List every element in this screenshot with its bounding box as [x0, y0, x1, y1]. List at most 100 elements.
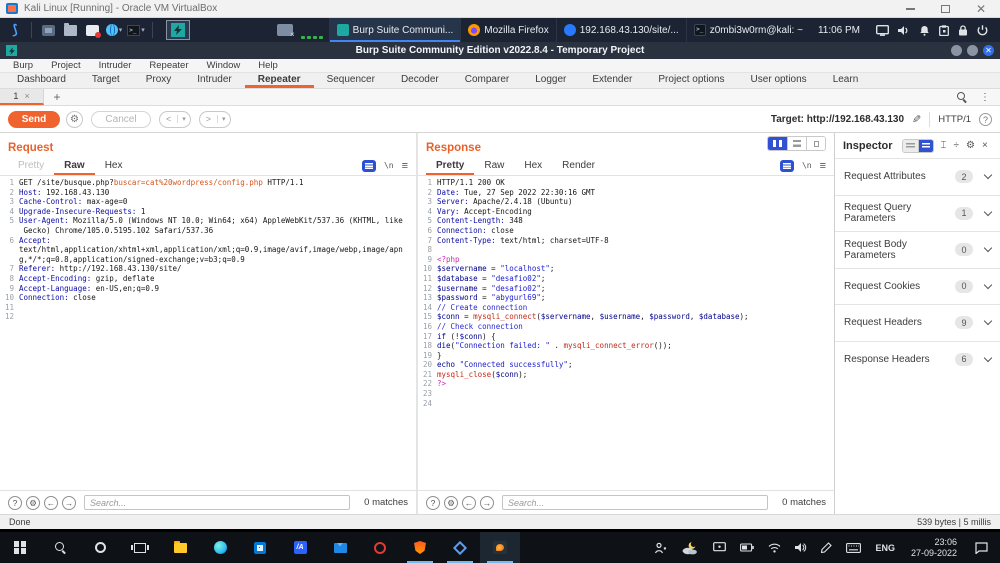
terminal-icon[interactable]: >_▾ — [127, 21, 145, 39]
response-search-input[interactable] — [502, 495, 768, 510]
file-manager-icon[interactable] — [61, 21, 79, 39]
split-view-icon[interactable]: ÷ — [954, 141, 960, 151]
burp-launcher-icon[interactable] — [166, 20, 190, 40]
inspector-section-response-headers[interactable]: Response Headers6 — [835, 341, 1000, 378]
response-editor[interactable]: 1HTTP/1.1 200 OK2Date: Tue, 27 Sep 2022 … — [418, 176, 834, 490]
tab-decoder[interactable]: Decoder — [388, 73, 452, 88]
tab-learn[interactable]: Learn — [820, 73, 872, 88]
edge-icon[interactable] — [200, 532, 240, 563]
text-editor-icon[interactable] — [83, 21, 101, 39]
tab-project-options[interactable]: Project options — [645, 73, 737, 88]
tab-extender[interactable]: Extender — [579, 73, 645, 88]
ma-app-icon[interactable]: /A — [280, 532, 320, 563]
inspector-panel-view-icon[interactable] — [918, 140, 933, 152]
layout-single-icon[interactable] — [806, 137, 825, 150]
mail-icon[interactable] — [320, 532, 360, 563]
people-icon[interactable] — [647, 532, 674, 563]
volume-icon[interactable] — [898, 25, 910, 36]
chevron-down-icon[interactable] — [984, 244, 992, 252]
action-center-icon[interactable] — [966, 532, 1000, 563]
tab-hex[interactable]: Hex — [95, 156, 133, 175]
cast-icon[interactable] — [706, 532, 733, 563]
tab-hex[interactable]: Hex — [514, 156, 552, 175]
next-match-icon[interactable]: → — [480, 496, 494, 510]
kali-clock[interactable]: 11:06 PM — [810, 25, 868, 36]
chevron-down-icon[interactable] — [984, 171, 992, 179]
notification-bell-icon[interactable] — [919, 25, 930, 36]
menu-repeater[interactable]: Repeater — [140, 60, 197, 71]
chevron-down-icon[interactable] — [984, 317, 992, 325]
editor-menu-icon[interactable]: ≡ — [820, 160, 826, 172]
send-settings-gear-icon[interactable]: ⚙ — [66, 111, 83, 128]
system-clock[interactable]: 23:06 27-09-2022 — [902, 537, 966, 558]
wifi-icon[interactable] — [761, 532, 788, 563]
kali-logo-icon[interactable]: ⟆ — [6, 21, 24, 39]
inspector-section-request-body-parameters[interactable]: Request Body Parameters0 — [835, 231, 1000, 268]
request-editor[interactable]: 1GET /site/busque.php?buscar=cat%20wordp… — [0, 176, 416, 490]
http-version[interactable]: HTTP/1 — [938, 114, 971, 125]
virtualbox-icon[interactable] — [440, 532, 480, 563]
antivirus-icon[interactable] — [360, 532, 400, 563]
kebab-menu-icon[interactable]: ⋮ — [980, 92, 990, 103]
window-app-icon[interactable] — [39, 21, 57, 39]
prev-match-icon[interactable]: ← — [44, 496, 58, 510]
tab-raw[interactable]: Raw — [54, 156, 95, 175]
history-back-button[interactable]: <▾ — [159, 111, 191, 128]
maximize-icon[interactable] — [941, 5, 950, 13]
inspector-section-request-cookies[interactable]: Request Cookies0 — [835, 268, 1000, 305]
close-tab-icon[interactable]: × — [25, 91, 30, 101]
inspector-section-request-attributes[interactable]: Request Attributes2 — [835, 158, 1000, 195]
collapse-all-icon[interactable]: ⌶ — [941, 141, 947, 151]
prev-match-icon[interactable]: ← — [462, 496, 476, 510]
kali-vm-window-icon[interactable] — [480, 532, 520, 563]
gear-icon[interactable]: ⚙ — [966, 141, 975, 151]
volume-icon[interactable] — [788, 532, 814, 563]
layout-columns-icon[interactable] — [768, 137, 787, 150]
file-explorer-icon[interactable] — [160, 532, 200, 563]
browser-icon[interactable]: ▾ — [105, 21, 123, 39]
start-button-icon[interactable] — [0, 532, 40, 563]
display-icon[interactable] — [876, 25, 889, 36]
weather-icon[interactable] — [674, 532, 706, 563]
tab-sequencer[interactable]: Sequencer — [314, 73, 388, 88]
tab-intruder[interactable]: Intruder — [184, 73, 244, 88]
layout-rows-icon[interactable] — [787, 137, 806, 150]
cancel-button[interactable]: Cancel — [91, 111, 151, 128]
taskbar-item-burp[interactable]: Burp Suite Communi... — [329, 18, 461, 42]
inspector-list-view-icon[interactable] — [903, 140, 918, 152]
language-indicator[interactable]: ENG — [868, 532, 902, 563]
lock-icon[interactable] — [958, 25, 968, 36]
close-inspector-icon[interactable]: × — [982, 141, 988, 151]
brave-icon[interactable] — [400, 532, 440, 563]
search-settings-gear-icon[interactable]: ⚙ — [26, 496, 40, 510]
tab-user-options[interactable]: User options — [738, 73, 820, 88]
battery-icon[interactable] — [733, 532, 761, 563]
next-match-icon[interactable]: → — [62, 496, 76, 510]
chevron-down-icon[interactable] — [984, 354, 992, 362]
tab-logger[interactable]: Logger — [522, 73, 579, 88]
search-settings-gear-icon[interactable]: ⚙ — [444, 496, 458, 510]
edit-target-pencil-icon[interactable]: ✎ — [912, 113, 921, 126]
taskbar-item-terminal[interactable]: >_ z0mbi3w0rm@kali: ~ — [686, 18, 810, 42]
editor-menu-icon[interactable]: ≡ — [402, 160, 408, 172]
inspector-section-request-query-parameters[interactable]: Request Query Parameters1 — [835, 195, 1000, 232]
screen-share-icon[interactable] — [277, 24, 293, 36]
chevron-down-icon[interactable]: ▾ — [217, 115, 230, 123]
tab-pretty[interactable]: Pretty — [426, 156, 474, 175]
minimize-icon[interactable] — [951, 45, 962, 56]
close-icon[interactable]: ✕ — [983, 45, 994, 56]
clipboard-icon[interactable] — [939, 25, 949, 36]
send-button[interactable]: Send — [8, 111, 60, 128]
close-icon[interactable]: ✕ — [976, 5, 986, 13]
help-icon[interactable]: ? — [426, 496, 440, 510]
tab-target[interactable]: Target — [79, 73, 133, 88]
request-search-input[interactable] — [84, 495, 350, 510]
menu-help[interactable]: Help — [249, 60, 287, 71]
repeater-tab-1[interactable]: 1 × — [0, 89, 44, 105]
cortana-icon[interactable] — [80, 532, 120, 563]
tab-repeater[interactable]: Repeater — [245, 73, 314, 88]
touch-keyboard-icon[interactable] — [839, 532, 868, 563]
menu-window[interactable]: Window — [198, 60, 250, 71]
prettify-icon[interactable] — [780, 160, 794, 172]
search-icon[interactable] — [40, 532, 80, 563]
